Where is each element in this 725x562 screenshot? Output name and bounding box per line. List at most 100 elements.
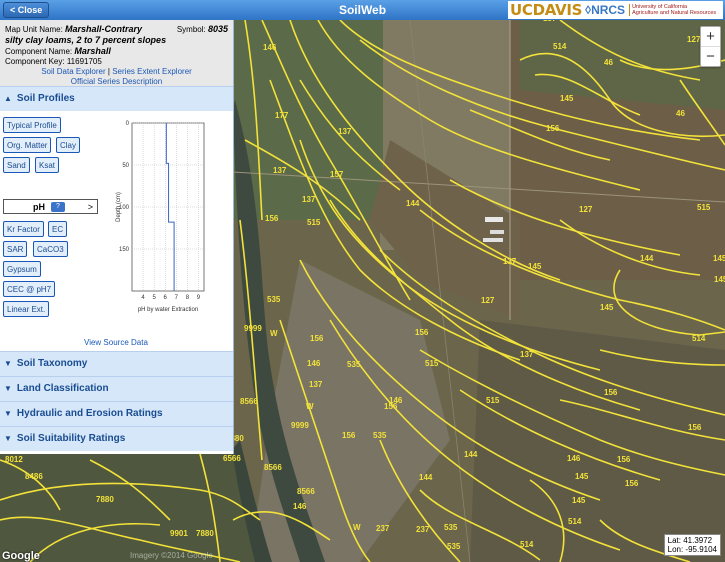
map-unit-label: 156 bbox=[265, 214, 279, 223]
linear-ext-button[interactable]: Linear Ext. bbox=[3, 301, 50, 317]
ksat-button[interactable]: Ksat bbox=[35, 157, 60, 173]
map-unit-label: 137 bbox=[503, 257, 517, 266]
nrcs-logo: ◊NRCS bbox=[585, 3, 626, 17]
x-tick-label: 4 bbox=[141, 295, 145, 301]
map-unit-label: 156 bbox=[342, 431, 356, 440]
section-land-classification[interactable]: ▼ Land Classification bbox=[0, 376, 233, 401]
map-unit-label: 8566 bbox=[240, 397, 258, 406]
map-unit-label: 535 bbox=[447, 542, 461, 551]
typical-profile-button[interactable]: Typical Profile bbox=[3, 117, 61, 133]
map-unit-label: 535 bbox=[267, 295, 281, 304]
x-tick-label: 9 bbox=[197, 295, 201, 301]
cec-button[interactable]: CEC @ pH7 bbox=[3, 281, 56, 297]
map-unit-label: 7880 bbox=[96, 495, 114, 504]
soil-data-explorer-link[interactable]: Soil Data Explorer bbox=[41, 67, 105, 76]
map-unit-label: 514 bbox=[568, 517, 582, 526]
map-unit-label: 144 bbox=[640, 254, 654, 263]
map-unit-label: 127 bbox=[481, 296, 495, 305]
ph-depth-chart: 4 5 6 7 8 9050100150pH by water ExtractionDep… bbox=[116, 121, 205, 313]
official-series-description-link[interactable]: Official Series Description bbox=[71, 77, 162, 86]
map-unit-label: 145 bbox=[575, 472, 589, 481]
map-unit-label: 8486 bbox=[25, 472, 43, 481]
zoom-control: + − bbox=[700, 26, 721, 67]
help-icon[interactable]: ? bbox=[51, 202, 65, 212]
collapsed-arrow-icon: ▼ bbox=[4, 409, 12, 418]
gypsum-button[interactable]: Gypsum bbox=[3, 261, 41, 277]
ec-button[interactable]: EC bbox=[48, 221, 68, 237]
y-tick-label: 0 bbox=[126, 121, 130, 127]
map-unit-label: 146 bbox=[263, 43, 277, 52]
x-tick-label: 7 bbox=[175, 295, 179, 301]
map-unit-info: Map Unit Name: Marshall-Contrary Symbol:… bbox=[0, 20, 233, 86]
map-unit-label: 535 bbox=[444, 523, 458, 532]
section-soil-profiles[interactable]: ▲ Soil Profiles bbox=[0, 86, 233, 111]
section-hydraulic-erosion[interactable]: ▼ Hydraulic and Erosion Ratings bbox=[0, 401, 233, 426]
map-unit-label: 156 bbox=[625, 479, 639, 488]
map-unit-label: 8566 bbox=[297, 487, 315, 496]
zoom-out-button[interactable]: − bbox=[701, 47, 720, 66]
map-unit-label: 46 bbox=[676, 109, 685, 118]
map-unit-label: 137 bbox=[273, 166, 287, 175]
partner-logos: UCDAVIS ◊NRCS University of California Ag… bbox=[508, 1, 723, 19]
map-unit-label: 514 bbox=[553, 42, 567, 51]
kr-factor-button[interactable]: Kr Factor bbox=[3, 221, 44, 237]
map-unit-label: 535 bbox=[373, 431, 387, 440]
view-source-data-link[interactable]: View Source Data bbox=[84, 338, 148, 347]
ucdavis-logo: UCDAVIS bbox=[510, 1, 583, 19]
map-unit-label: 535 bbox=[347, 360, 361, 369]
zoom-in-button[interactable]: + bbox=[701, 27, 720, 47]
map-unit-label: 146 bbox=[293, 502, 307, 511]
clay-button[interactable]: Clay bbox=[56, 137, 81, 153]
explorer-links: Soil Data Explorer | Series Extent Explo… bbox=[41, 67, 192, 76]
collapsed-arrow-icon: ▼ bbox=[4, 434, 12, 443]
map-unit-label: 514 bbox=[692, 334, 706, 343]
map-unit-label: 156 bbox=[604, 388, 618, 397]
map-unit-label: 6566 bbox=[223, 454, 241, 463]
map-unit-label: 177 bbox=[275, 111, 289, 120]
map-unit-label: 146 bbox=[307, 359, 321, 368]
map-unit-label: W bbox=[353, 523, 361, 532]
section-soil-suitability[interactable]: ▼ Soil Suitability Ratings bbox=[0, 426, 233, 451]
y-axis-label: Depth (cm) bbox=[116, 192, 122, 222]
x-axis-label: pH by water Extraction bbox=[138, 307, 198, 313]
map-unit-label: 145 bbox=[572, 496, 586, 505]
section-soil-taxonomy[interactable]: ▼ Soil Taxonomy bbox=[0, 351, 233, 376]
series-extent-explorer-link[interactable]: Series Extent Explorer bbox=[112, 67, 192, 76]
map-unit-label: 145 bbox=[600, 303, 614, 312]
map-unit-label: 137 bbox=[543, 20, 557, 23]
ph-selected-row[interactable]: pH ? > bbox=[3, 199, 98, 214]
map-unit-label: 127 bbox=[579, 205, 593, 214]
collapsed-arrow-icon: ▼ bbox=[4, 359, 12, 368]
x-tick-label: 6 bbox=[164, 295, 168, 301]
map-unit-label: 8012 bbox=[5, 455, 23, 464]
map-unit-label: 237 bbox=[376, 524, 390, 533]
caco3-button[interactable]: CaCO3 bbox=[33, 241, 68, 257]
map-unit-label: 7880 bbox=[196, 529, 214, 538]
map-unit-label: 515 bbox=[307, 218, 321, 227]
map-unit-label: 144 bbox=[464, 450, 478, 459]
sand-button[interactable]: Sand bbox=[3, 157, 30, 173]
google-logo: Google bbox=[2, 550, 40, 562]
org-matter-button[interactable]: Org. Matter bbox=[3, 137, 52, 153]
map-unit-symbol: Symbol: 8035 bbox=[176, 24, 228, 34]
longitude-text: Lon: -95.9104 bbox=[667, 545, 717, 554]
map-unit-label: 515 bbox=[486, 396, 500, 405]
map-unit-label: 156 bbox=[415, 328, 429, 337]
map-unit-label: 46 bbox=[604, 58, 613, 67]
map-copyright: Imagery ©2014 Google bbox=[130, 551, 213, 560]
ph-label: pH bbox=[33, 202, 45, 212]
component-name: Component Name: Marshall bbox=[5, 46, 111, 56]
map-unit-label: 137 bbox=[520, 350, 534, 359]
map-unit-label: 137 bbox=[302, 195, 316, 204]
expanded-arrow-icon: ▲ bbox=[4, 94, 12, 103]
soil-profiles-content: Typical Profile Org. Matter Clay Sand Ks… bbox=[0, 111, 233, 351]
map-unit-label: 237 bbox=[416, 525, 430, 534]
top-bar: < Close SoilWeb UCDAVIS ◊NRCS University… bbox=[0, 0, 725, 21]
map-unit-label: W bbox=[306, 402, 314, 411]
map-unit-label: 515 bbox=[425, 359, 439, 368]
map-unit-label: 156 bbox=[384, 402, 398, 411]
collapsed-arrow-icon: ▼ bbox=[4, 384, 12, 393]
map-unit-label: 145 bbox=[560, 94, 574, 103]
sar-button[interactable]: SAR bbox=[3, 241, 28, 257]
latitude-text: Lat: 41.3972 bbox=[667, 536, 713, 545]
